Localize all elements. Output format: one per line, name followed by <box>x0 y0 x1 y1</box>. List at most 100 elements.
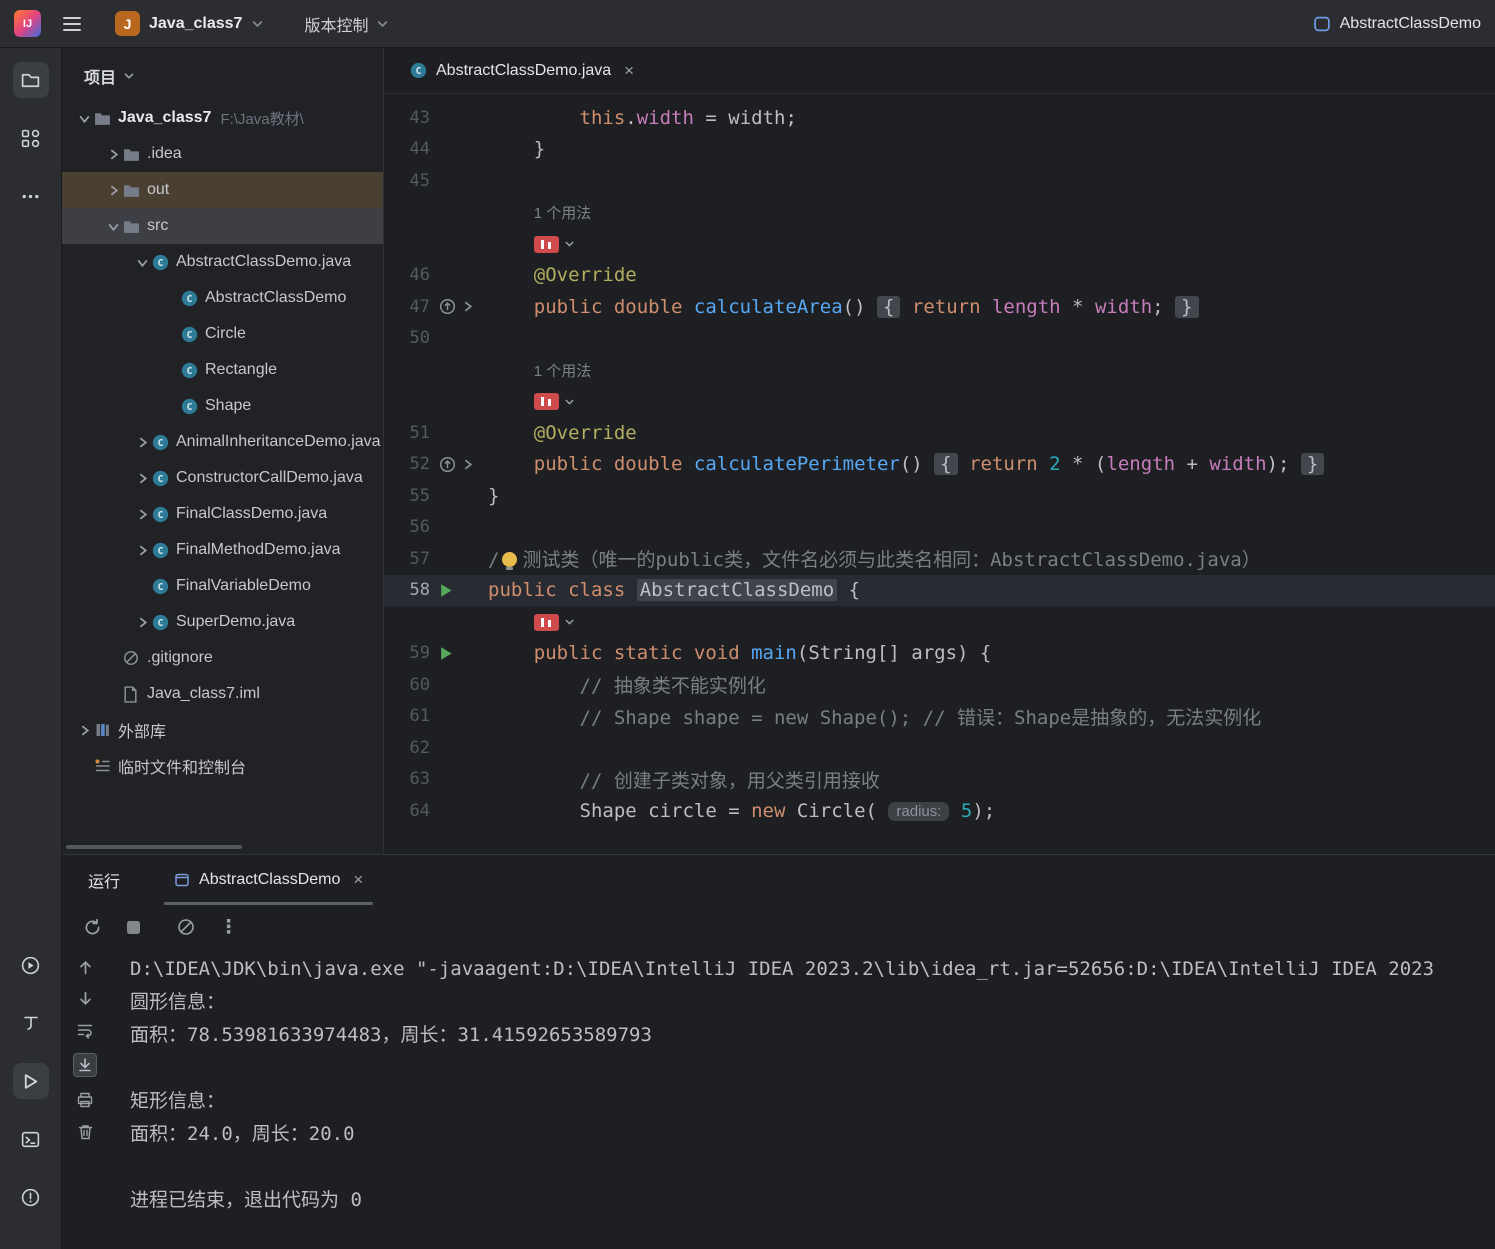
rerun-icon[interactable] <box>83 918 102 937</box>
run-tab[interactable]: AbstractClassDemo × <box>160 855 377 905</box>
tree-item-finalvariabledemo[interactable]: C FinalVariableDemo <box>62 568 383 604</box>
usages-hint[interactable]: 1 个用法 <box>534 205 592 222</box>
tree-item-abstractclassdemo[interactable]: C AbstractClassDemo <box>62 280 383 316</box>
scroll-to-end-icon[interactable] <box>73 1053 97 1077</box>
project-panel-header[interactable]: 项目 <box>62 48 383 100</box>
tree-item-animalinheritancedemo-java[interactable]: C AnimalInheritanceDemo.java <box>62 424 383 460</box>
token: / <box>488 549 500 572</box>
class-icon: C <box>181 326 205 343</box>
tree-item-circle[interactable]: C Circle <box>62 316 383 352</box>
tree-item-临时文件和控制台[interactable]: 临时文件和控制台 <box>62 748 383 784</box>
horizontal-scrollbar[interactable] <box>66 845 242 849</box>
chevron-down-icon[interactable] <box>103 220 123 233</box>
tree-item-java-class7[interactable]: Java_class7 F:\Java教材\ <box>62 100 383 136</box>
token: width <box>1094 295 1153 318</box>
fold-arrow-icon[interactable] <box>461 300 474 313</box>
code-line <box>384 228 1495 260</box>
soft-wrap-icon[interactable] <box>76 1021 94 1039</box>
navigate-down-icon[interactable] <box>77 990 94 1007</box>
stop-icon[interactable] <box>126 920 141 935</box>
console-output[interactable]: D:\IDEA\JDK\bin\java.exe "-javaagent:D:\… <box>108 949 1495 1249</box>
chevron-right-icon[interactable] <box>132 544 152 557</box>
close-icon[interactable]: × <box>624 61 634 81</box>
token: calculatePerimeter <box>693 453 900 476</box>
tree-item-rectangle[interactable]: C Rectangle <box>62 352 383 388</box>
tree-item-finalclassdemo-java[interactable]: C FinalClassDemo.java <box>62 496 383 532</box>
vcs-widget[interactable]: 版本控制 <box>304 12 389 36</box>
run-toolbar: ⋮ <box>62 905 1495 949</box>
project-selector[interactable]: J Java_class7 <box>115 11 264 36</box>
red-badge-icon[interactable] <box>533 613 559 631</box>
project-tool-icon[interactable] <box>12 62 49 98</box>
class-icon: C <box>410 62 427 79</box>
code-editor[interactable]: 43 this.width = width; 44 } 45 1 个用法 46 @O… <box>384 94 1495 854</box>
intention-bulb-icon[interactable] <box>502 552 518 571</box>
chevron-right-icon[interactable] <box>132 616 152 629</box>
code-text: 1 个用法 <box>488 201 1495 223</box>
problems-tool-icon[interactable] <box>13 1179 49 1215</box>
tree-item-abstractclassdemo-java[interactable]: C AbstractClassDemo.java <box>62 244 383 280</box>
tree-item-外部库[interactable]: 外部库 <box>62 712 383 748</box>
chevron-down-icon[interactable] <box>74 112 94 125</box>
run-line-icon[interactable] <box>439 583 453 598</box>
more-options-icon[interactable]: ⋮ <box>219 916 239 939</box>
tree-item-out[interactable]: out <box>62 172 383 208</box>
folded-region[interactable]: { <box>934 453 958 476</box>
folded-region[interactable]: } <box>1300 453 1325 476</box>
usages-hint[interactable]: 1 个用法 <box>534 363 592 380</box>
navigate-up-icon[interactable] <box>77 959 94 976</box>
override-method-icon[interactable] <box>439 456 456 473</box>
print-icon[interactable] <box>76 1091 94 1109</box>
tree-item-java-class7-iml[interactable]: Java_class7.iml <box>62 676 383 712</box>
tree-item-superdemo-java[interactable]: C SuperDemo.java <box>62 604 383 640</box>
class-icon: C <box>152 434 176 451</box>
tree-item-constructorcalldemo-java[interactable]: C ConstructorCallDemo.java <box>62 460 383 496</box>
tree-item-shape[interactable]: C Shape <box>62 388 383 424</box>
override-method-icon[interactable] <box>439 298 456 315</box>
terminal-tool-icon[interactable] <box>13 1121 49 1157</box>
fold-arrow-icon[interactable] <box>461 458 474 471</box>
chevron-right-icon[interactable] <box>74 724 94 737</box>
tree-item-idea[interactable]: .idea <box>62 136 383 172</box>
close-icon[interactable]: × <box>353 870 363 890</box>
chevron-down-icon[interactable] <box>564 398 575 406</box>
chevron-right-icon[interactable] <box>103 148 123 161</box>
folder-icon <box>123 147 147 162</box>
chevron-right-icon[interactable] <box>103 184 123 197</box>
main-menu-icon[interactable] <box>63 16 81 31</box>
chevron-down-icon[interactable] <box>564 618 575 626</box>
code-line: 1 个用法 <box>384 354 1495 386</box>
token: * <box>1060 295 1095 318</box>
commit-tool-icon[interactable] <box>13 120 49 156</box>
token: Circle( <box>785 799 889 822</box>
folded-region[interactable]: { <box>876 295 901 318</box>
red-badge-icon[interactable] <box>533 235 559 253</box>
red-badge-icon[interactable] <box>533 393 559 411</box>
chevron-down-icon[interactable] <box>132 256 152 269</box>
tree-item-finalmethoddemo-java[interactable]: C FinalMethodDemo.java <box>62 532 383 568</box>
clear-all-icon[interactable] <box>177 918 195 936</box>
folded-region[interactable]: } <box>1175 295 1199 318</box>
more-tools-icon[interactable] <box>13 178 49 214</box>
clear-console-icon[interactable] <box>77 1123 94 1141</box>
tree-item-gitignore[interactable]: .gitignore <box>62 640 383 676</box>
chevron-right-icon[interactable] <box>132 436 152 449</box>
profiler-tool-icon[interactable] <box>13 1005 49 1041</box>
editor-tab[interactable]: C AbstractClassDemo.java × <box>398 48 646 93</box>
tree-item-label: Java_class7 <box>118 109 212 126</box>
run-line-icon[interactable] <box>439 646 453 661</box>
chevron-right-icon[interactable] <box>132 472 152 485</box>
line-number: 61 <box>409 706 430 727</box>
code-line: 43 this.width = width; <box>384 102 1495 134</box>
chevron-right-icon[interactable] <box>132 508 152 521</box>
code-text: // 抽象类不能实例化 <box>488 671 1495 698</box>
chevron-down-icon[interactable] <box>564 240 575 248</box>
tree-item-src[interactable]: src <box>62 208 383 244</box>
services-tool-icon[interactable] <box>13 947 49 983</box>
code-text: 1 个用法 <box>488 359 1495 381</box>
run-configuration-widget[interactable]: AbstractClassDemo <box>1313 15 1481 33</box>
run-tool-icon[interactable] <box>12 1063 49 1099</box>
project-panel: 项目 Java_class7 F:\Java教材\ .idea out src C Abst… <box>62 48 384 854</box>
run-panel-title: 运行 <box>88 874 121 891</box>
